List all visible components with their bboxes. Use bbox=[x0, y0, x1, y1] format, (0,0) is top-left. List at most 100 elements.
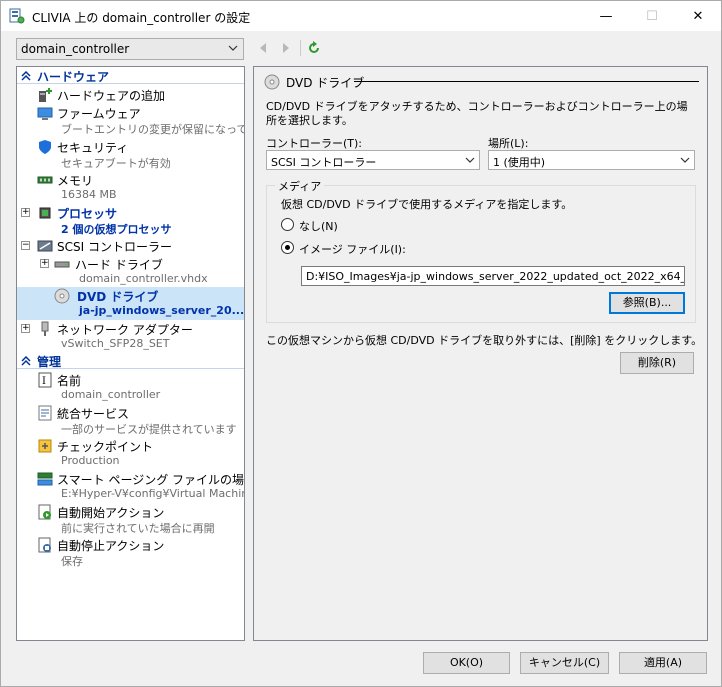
location-label: 場所(L): bbox=[488, 137, 529, 150]
remove-button[interactable]: 削除(R) bbox=[620, 352, 694, 374]
expand-toggle[interactable]: + bbox=[40, 259, 49, 268]
tree-item-label: ハードウェアの追加 bbox=[57, 89, 166, 103]
pane-title: DVD ドライブ bbox=[286, 76, 365, 90]
tree-item-checkpoint[interactable]: チェックポイント Production bbox=[17, 437, 244, 470]
window-title: CLIVIA 上の domain_controller の設定 bbox=[32, 11, 251, 25]
media-legend: メディア bbox=[275, 178, 325, 194]
radio-none[interactable] bbox=[281, 218, 294, 231]
tree-item-subtext: 2 個の仮想プロセッサ bbox=[61, 223, 172, 236]
title-bar: CLIVIA 上の domain_controller の設定 — ☐ ✕ bbox=[1, 1, 721, 31]
radio-none-label: なし(N) bbox=[299, 220, 338, 233]
tree-item-hard-drive[interactable]: + ハード ドライブ domain_controller.vhdx bbox=[17, 255, 244, 288]
tree-item-network-adapter[interactable]: + ネットワーク アダプター vSwitch_SFP28_SET bbox=[17, 320, 244, 353]
tree-item-name[interactable]: I 名前 domain_controller bbox=[17, 371, 244, 404]
tree-item-subtext: ブートエントリの変更が保留になって... bbox=[61, 123, 245, 136]
vm-selector-value: domain_controller bbox=[21, 42, 130, 56]
tree-item-label: 名前 bbox=[57, 374, 82, 388]
controller-select[interactable]: SCSI コントローラー bbox=[266, 150, 480, 170]
tree-item-processor[interactable]: + プロセッサ 2 個の仮想プロセッサ bbox=[17, 204, 244, 237]
dvd-disc-icon bbox=[54, 288, 70, 304]
scsi-controller-icon bbox=[37, 240, 53, 252]
title-divider bbox=[354, 81, 699, 82]
tree-item-subtext: 前に実行されていた場合に再開 bbox=[61, 522, 215, 535]
tree-item-firmware[interactable]: ファームウェア ブートエントリの変更が保留になって... bbox=[17, 104, 244, 137]
refresh-icon[interactable] bbox=[307, 41, 321, 55]
management-section-header[interactable]: 管理 bbox=[17, 353, 244, 369]
smart-paging-icon bbox=[37, 472, 53, 486]
tree-item-label: ネットワーク アダプター bbox=[57, 323, 193, 337]
integration-services-icon bbox=[38, 405, 52, 421]
expand-toggle[interactable]: + bbox=[21, 208, 30, 217]
dvd-disc-icon bbox=[264, 74, 280, 90]
maximize-button[interactable]: ☐ bbox=[629, 1, 675, 31]
tree-item-label: プロセッサ bbox=[57, 207, 118, 221]
tree-item-scsi-controller[interactable]: − SCSI コントローラー bbox=[17, 237, 244, 255]
tree-item-subtext: E:¥Hyper-V¥config¥Virtual Machin... bbox=[61, 487, 245, 500]
tree-item-integration-services[interactable]: 統合サービス 一部のサービスが提供されています bbox=[17, 404, 244, 437]
hardware-section-header[interactable]: ハードウェア bbox=[17, 68, 244, 84]
tree-item-subtext: ja-jp_windows_server_20... bbox=[79, 304, 245, 317]
collapse-toggle[interactable]: − bbox=[21, 241, 30, 250]
tree-item-auto-start[interactable]: 自動開始アクション 前に実行されていた場合に再開 bbox=[17, 503, 244, 536]
vm-selector[interactable]: domain_controller bbox=[16, 38, 244, 60]
pane-description: CD/DVD ドライブをアタッチするため、コントローラーおよびコントローラー上の… bbox=[266, 100, 688, 127]
tree-item-label: 統合サービス bbox=[57, 407, 130, 421]
tree-item-subtext: domain_controller.vhdx bbox=[79, 272, 208, 285]
memory-icon bbox=[37, 176, 53, 184]
tree-item-label: チェックポイント bbox=[57, 440, 154, 454]
checkpoint-icon bbox=[38, 439, 52, 453]
image-path-input[interactable]: D:¥ISO_Images¥ja-jp_windows_server_2022_… bbox=[301, 266, 685, 286]
toolbar-divider bbox=[300, 40, 301, 56]
back-arrow-icon[interactable] bbox=[256, 41, 270, 55]
settings-tree: ハードウェア ハードウェアの追加 ファームウェア ブートエントリの変更が保留にな… bbox=[16, 66, 245, 641]
close-button[interactable]: ✕ bbox=[675, 1, 721, 31]
add-hardware-icon bbox=[39, 88, 52, 102]
network-adapter-icon bbox=[41, 321, 49, 336]
tree-item-memory[interactable]: メモリ 16384 MB bbox=[17, 171, 244, 204]
tree-item-subtext: domain_controller bbox=[61, 388, 161, 401]
controller-label: コントローラー(T): bbox=[266, 137, 363, 150]
media-description: 仮想 CD/DVD ドライブで使用するメディアを指定します。 bbox=[281, 198, 573, 211]
expand-toggle[interactable]: + bbox=[21, 324, 30, 333]
collapse-chevron-icon bbox=[21, 71, 31, 81]
apply-button[interactable]: 適用(A) bbox=[619, 652, 707, 674]
tree-item-subtext: vSwitch_SFP28_SET bbox=[61, 337, 170, 350]
tree-item-label: ハード ドライブ bbox=[75, 258, 163, 272]
ok-button[interactable]: OK(O) bbox=[423, 652, 510, 674]
name-tag-icon: I bbox=[38, 372, 52, 388]
tree-item-add-hardware[interactable]: ハードウェアの追加 bbox=[17, 86, 244, 104]
hardware-header-label: ハードウェア bbox=[37, 70, 110, 84]
tree-item-subtext: 保存 bbox=[61, 555, 83, 568]
radio-image-file-label: イメージ ファイル(I): bbox=[299, 243, 406, 256]
settings-window: CLIVIA 上の domain_controller の設定 — ☐ ✕ do… bbox=[0, 0, 722, 687]
tree-item-subtext: セキュアブートが有効 bbox=[61, 157, 171, 170]
tree-item-label: DVD ドライブ bbox=[77, 290, 159, 304]
tree-item-label: 自動停止アクション bbox=[57, 539, 165, 553]
browse-button[interactable]: 参照(B)... bbox=[609, 292, 685, 314]
processor-icon bbox=[39, 207, 51, 219]
chevron-down-icon bbox=[465, 157, 475, 163]
tree-item-label: SCSI コントローラー bbox=[57, 240, 172, 254]
tree-item-security[interactable]: セキュリティ セキュアブートが有効 bbox=[17, 138, 244, 171]
shield-icon bbox=[39, 140, 51, 154]
minimize-button[interactable]: — bbox=[583, 1, 629, 31]
tree-item-subtext: 一部のサービスが提供されています bbox=[61, 423, 237, 436]
tree-item-label: ファームウェア bbox=[57, 107, 141, 121]
tree-item-subtext: Production bbox=[61, 454, 120, 467]
tree-item-label: スマート ページング ファイルの場所 bbox=[57, 473, 245, 487]
controller-select-value: SCSI コントローラー bbox=[271, 156, 377, 169]
hyperv-settings-icon bbox=[9, 8, 25, 24]
tree-item-smart-paging[interactable]: スマート ページング ファイルの場所 E:¥Hyper-V¥config¥Vir… bbox=[17, 470, 244, 503]
auto-start-icon bbox=[38, 504, 51, 520]
radio-image-file[interactable] bbox=[281, 241, 294, 254]
media-group: メディア 仮想 CD/DVD ドライブで使用するメディアを指定します。 なし(N… bbox=[266, 178, 696, 323]
tree-item-auto-stop[interactable]: 自動停止アクション 保存 bbox=[17, 536, 244, 569]
dvd-drive-settings-pane: DVD ドライブ CD/DVD ドライブをアタッチするため、コントローラーおよび… bbox=[253, 66, 708, 641]
location-select[interactable]: 1 (使用中) bbox=[488, 150, 695, 170]
management-header-label: 管理 bbox=[37, 355, 62, 369]
remove-instructions: この仮想マシンから仮想 CD/DVD ドライブを取り外すには、[削除] をクリッ… bbox=[266, 334, 703, 347]
tree-item-dvd-drive[interactable]: DVD ドライブ ja-jp_windows_server_20... bbox=[17, 287, 244, 320]
auto-stop-icon bbox=[38, 537, 51, 553]
cancel-button[interactable]: キャンセル(C) bbox=[520, 652, 609, 674]
forward-arrow-icon[interactable] bbox=[279, 41, 293, 55]
